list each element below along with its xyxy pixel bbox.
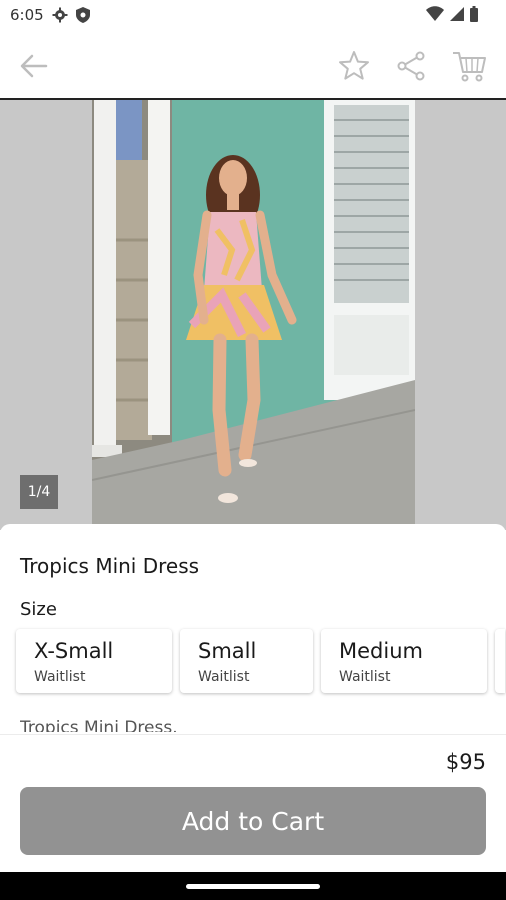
share-icon: [397, 51, 425, 81]
top-app-bar: [0, 32, 506, 100]
home-gesture-handle[interactable]: [186, 884, 320, 889]
size-option-medium[interactable]: Medium Waitlist: [321, 629, 487, 693]
shield-icon: [76, 7, 90, 23]
status-right-icons: [426, 6, 478, 22]
product-description: Tropics Mini Dress.: [20, 718, 178, 732]
add-to-cart-button[interactable]: Add to Cart: [20, 787, 486, 855]
size-option-next[interactable]: [495, 629, 505, 693]
status-bar: 6:05: [0, 0, 506, 32]
back-button[interactable]: [16, 48, 52, 84]
favorite-button[interactable]: [336, 48, 372, 84]
image-counter: 1/4: [20, 475, 58, 509]
product-title: Tropics Mini Dress: [20, 554, 200, 578]
status-left-icons: [52, 7, 90, 23]
size-name: Medium: [339, 639, 423, 663]
size-option-x-small[interactable]: X-Small Waitlist: [16, 629, 172, 693]
product-photo: [92, 100, 415, 530]
system-nav-bar: [0, 872, 506, 900]
size-name: X-Small: [34, 639, 114, 663]
status-time: 6:05: [10, 6, 44, 24]
divider: [0, 734, 506, 735]
share-button[interactable]: [394, 48, 430, 84]
product-price: $95: [445, 750, 486, 774]
gear-icon: [52, 7, 68, 23]
size-option-small[interactable]: Small Waitlist: [180, 629, 313, 693]
size-options: X-Small Waitlist Small Waitlist Medium W…: [16, 629, 505, 693]
size-label: Size: [20, 599, 57, 620]
star-icon: [339, 51, 369, 80]
cart-icon: [453, 52, 486, 82]
cart-button[interactable]: [450, 48, 488, 84]
back-arrow-icon: [20, 54, 48, 78]
product-details-sheet: Tropics Mini Dress Size X-Small Waitlist…: [0, 524, 506, 874]
size-status: Waitlist: [34, 669, 86, 685]
size-status: Waitlist: [339, 669, 391, 685]
product-image-gallery[interactable]: 1/4: [0, 100, 506, 530]
size-status: Waitlist: [198, 669, 250, 685]
signal-icon: [450, 7, 464, 21]
size-name: Small: [198, 639, 257, 663]
wifi-icon: [426, 6, 444, 21]
battery-icon: [470, 6, 478, 22]
